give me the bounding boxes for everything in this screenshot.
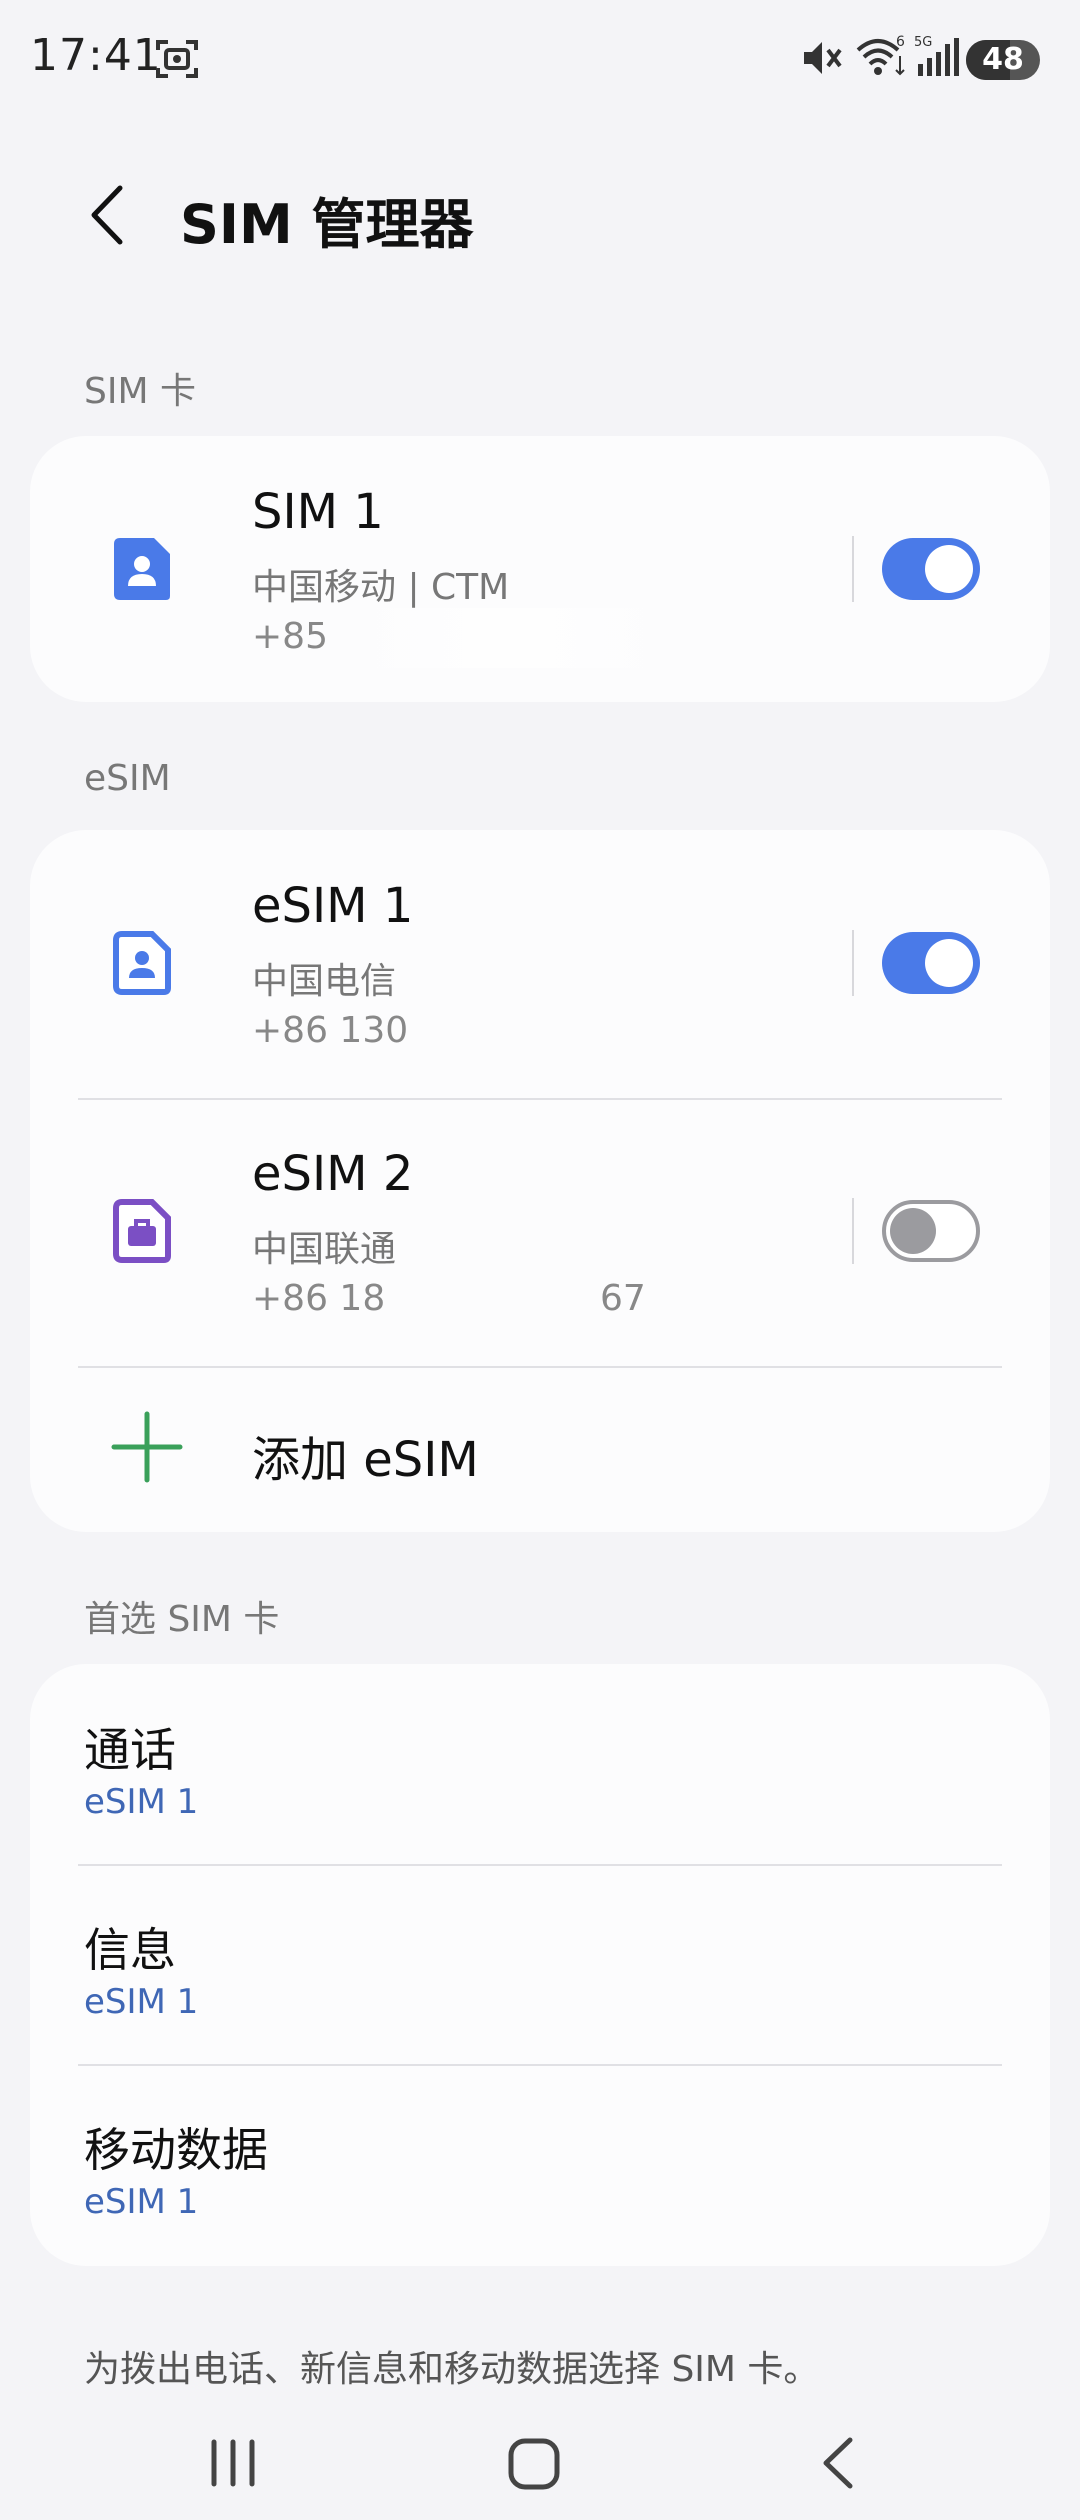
home-icon[interactable] (506, 2436, 562, 2492)
mute-icon (804, 42, 842, 74)
redaction-mask (330, 608, 690, 668)
esim-carrier: 中国联通 (252, 1229, 397, 1270)
section-label-esim: eSIM (84, 758, 171, 799)
footnote: 为拨出电话、新信息和移动数据选择 SIM 卡。 (84, 2349, 820, 2390)
esim-carrier: 中国电信 (252, 961, 397, 1002)
battery-indicator: 48 (966, 40, 1040, 80)
add-esim-row[interactable]: 添加 eSIM (30, 1368, 1050, 1528)
vertical-divider (852, 1198, 854, 1264)
pref-value: eSIM 1 (84, 2182, 199, 2222)
status-time: 17:41 (30, 30, 162, 81)
work-sim-icon (113, 1199, 171, 1263)
plus-icon (111, 1411, 183, 1483)
pref-title: 移动数据 (84, 2123, 268, 2177)
esim-name: eSIM 1 (252, 878, 414, 934)
pref-row-messages[interactable]: 信息 eSIM 1 (30, 1864, 1050, 2064)
chevron-left-icon[interactable] (80, 180, 140, 250)
pref-value: eSIM 1 (84, 1782, 199, 1822)
navigation-bar (0, 2400, 1080, 2520)
section-label-sim: SIM 卡 (84, 371, 196, 412)
screenshot-icon (156, 40, 198, 78)
back-icon[interactable] (816, 2434, 860, 2492)
sim1-toggle[interactable] (882, 538, 980, 600)
pref-row-calls[interactable]: 通话 eSIM 1 (30, 1664, 1050, 1864)
toggle-knob (890, 1208, 936, 1254)
esim-number: +86 130 (252, 1010, 409, 1051)
svg-text:5G: 5G (914, 35, 932, 50)
battery-level: 48 (982, 42, 1024, 77)
app-header: SIM 管理器 (0, 150, 1080, 280)
section-label-preferred: 首选 SIM 卡 (84, 1599, 280, 1640)
pref-title: 信息 (84, 1923, 176, 1977)
toggle-knob (925, 939, 973, 987)
sim-name: SIM 1 (252, 484, 384, 540)
sim-card-icon (113, 931, 171, 995)
sim-card-list: SIM 1 中国移动 | CTM +853 (30, 436, 1050, 702)
esim-card-list: eSIM 1 中国电信 +86 130 eSIM 2 中国联通 +86 18 6… (30, 830, 1050, 1532)
add-esim-label: 添加 eSIM (252, 1432, 479, 1488)
sim-row-esim2[interactable]: eSIM 2 中国联通 +86 18 67 (30, 1098, 1050, 1364)
pref-row-mobile-data[interactable]: 移动数据 eSIM 1 (30, 2064, 1050, 2264)
esim-number: +86 18 (252, 1278, 386, 1319)
pref-title: 通话 (84, 1723, 176, 1777)
pref-value: eSIM 1 (84, 1982, 199, 2022)
vertical-divider (852, 930, 854, 996)
sim-card-icon (114, 538, 170, 600)
esim-number-tail: 67 (600, 1278, 646, 1319)
esim1-toggle[interactable] (882, 932, 980, 994)
preferred-sim-list: 通话 eSIM 1 信息 eSIM 1 移动数据 eSIM 1 (30, 1664, 1050, 2266)
recents-icon[interactable] (206, 2436, 260, 2490)
wifi-icon: 6 (856, 34, 905, 76)
signal-icon: 5G (914, 35, 959, 76)
sim-row-sim1[interactable]: SIM 1 中国移动 | CTM +853 (30, 436, 1050, 702)
vertical-divider (852, 536, 854, 602)
toggle-knob (925, 545, 973, 593)
svg-text:6: 6 (896, 34, 905, 50)
page-title: SIM 管理器 (180, 193, 474, 256)
sim-row-esim1[interactable]: eSIM 1 中国电信 +86 130 (30, 830, 1050, 1096)
status-bar: 17:41 6 5G 48 (0, 0, 1080, 120)
esim2-toggle[interactable] (882, 1200, 980, 1262)
sim-carrier: 中国移动 | CTM (252, 567, 510, 608)
esim-name: eSIM 2 (252, 1146, 414, 1202)
